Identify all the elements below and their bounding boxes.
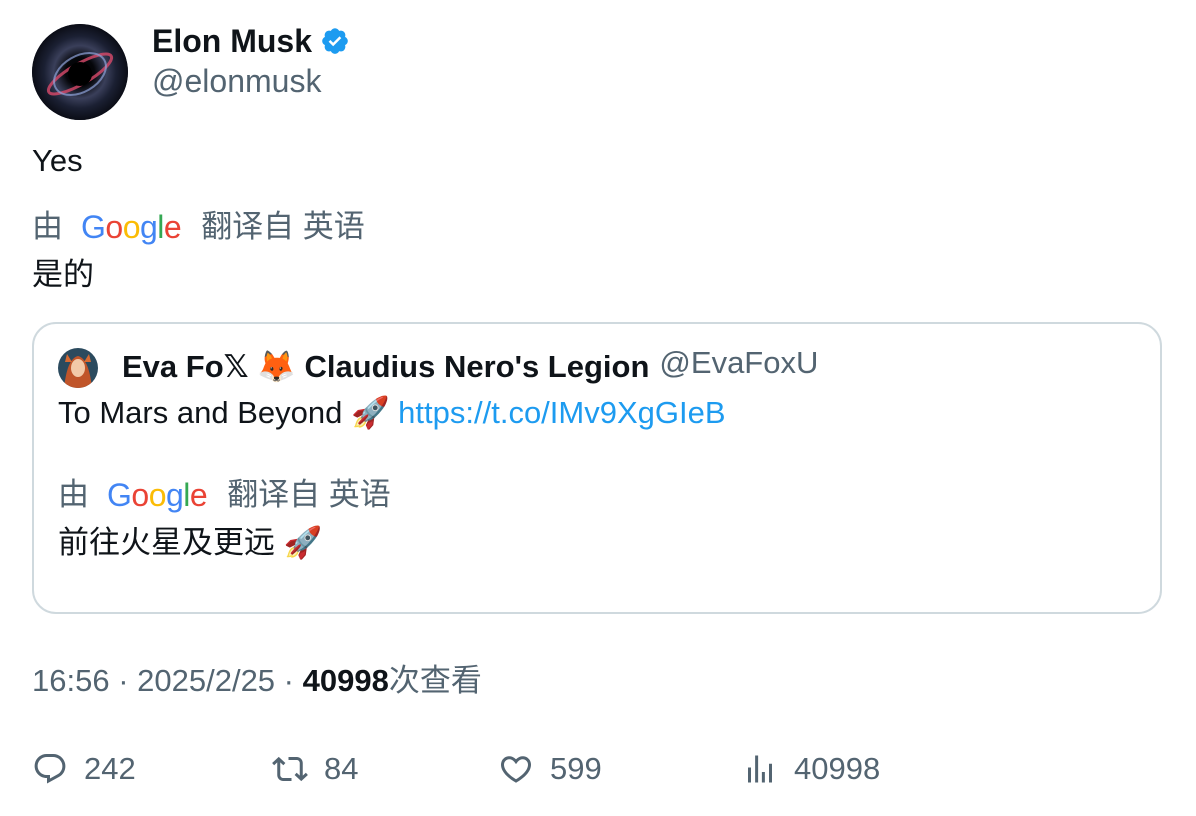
google-logo-icon: Google	[81, 209, 182, 245]
reply-icon	[34, 754, 66, 784]
quoted-tweet-card[interactable]: Eva Fo𝕏 🦊 Claudius Nero's Legion @EvaFox…	[32, 322, 1162, 614]
translated-text: 是的	[32, 257, 94, 292]
heart-icon	[500, 756, 532, 783]
retweet-icon	[272, 756, 308, 782]
quoted-translation-suffix: 翻译自 英语	[227, 477, 391, 512]
quoted-author-avatar[interactable]	[58, 348, 98, 388]
tweet-date[interactable]: 2025/2/25	[137, 663, 275, 698]
views-label: 次查看	[388, 663, 482, 698]
author-name[interactable]: Elon Musk	[152, 22, 350, 60]
quoted-tweet-text: To Mars and Beyond 🚀 https://t.co/IMv9Xg…	[58, 394, 726, 432]
views-bar-chart-icon	[748, 755, 772, 783]
verified-badge-icon	[322, 28, 348, 54]
quoted-header[interactable]: Eva Fo𝕏 🦊 Claudius Nero's Legion @EvaFox…	[122, 345, 818, 386]
views-action-count: 40998	[794, 751, 881, 786]
translation-prefix: 由	[32, 209, 63, 244]
retweet-button[interactable]: 84	[272, 750, 358, 788]
author-name-text[interactable]: Elon Musk	[152, 22, 312, 60]
quoted-tweet-link[interactable]: https://t.co/IMv9XgGIeB	[398, 395, 725, 430]
black-hole-avatar-icon	[32, 24, 128, 120]
retweet-count: 84	[324, 751, 359, 786]
quoted-author-handle[interactable]: @EvaFoxU	[659, 344, 818, 382]
author-handle[interactable]: @elonmusk	[152, 62, 321, 100]
meta-separator: ·	[109, 663, 138, 698]
tweet-meta: 16:56 · 2025/2/25 · 40998次查看	[32, 662, 482, 700]
meta-separator: ·	[275, 663, 303, 698]
action-bar: 242 84 599 40998	[32, 750, 1162, 790]
translation-attribution: 由 Google 翻译自 英语	[32, 208, 365, 246]
tweet-text: Yes	[32, 143, 83, 178]
fox-girl-avatar-icon	[58, 348, 98, 388]
views-button[interactable]: 40998	[742, 750, 880, 788]
quoted-text-body: To Mars and Beyond 🚀	[58, 395, 390, 430]
quoted-translation-prefix: 由	[58, 477, 89, 512]
quoted-translation-attribution: 由 Google 翻译自 英语	[58, 476, 391, 514]
quoted-translated-text: 前往火星及更远 🚀	[58, 525, 323, 560]
views-count: 40998	[302, 663, 389, 698]
google-logo-icon: Google	[107, 477, 208, 513]
quoted-author-name[interactable]: Eva Fo𝕏 🦊 Claudius Nero's Legion	[122, 348, 649, 386]
reply-count: 242	[84, 751, 136, 786]
author-avatar[interactable]	[32, 24, 128, 120]
like-count: 599	[550, 751, 602, 786]
reply-button[interactable]: 242	[32, 750, 136, 788]
like-button[interactable]: 599	[498, 750, 602, 788]
tweet-time[interactable]: 16:56	[32, 663, 110, 698]
translation-suffix: 翻译自 英语	[201, 209, 365, 244]
